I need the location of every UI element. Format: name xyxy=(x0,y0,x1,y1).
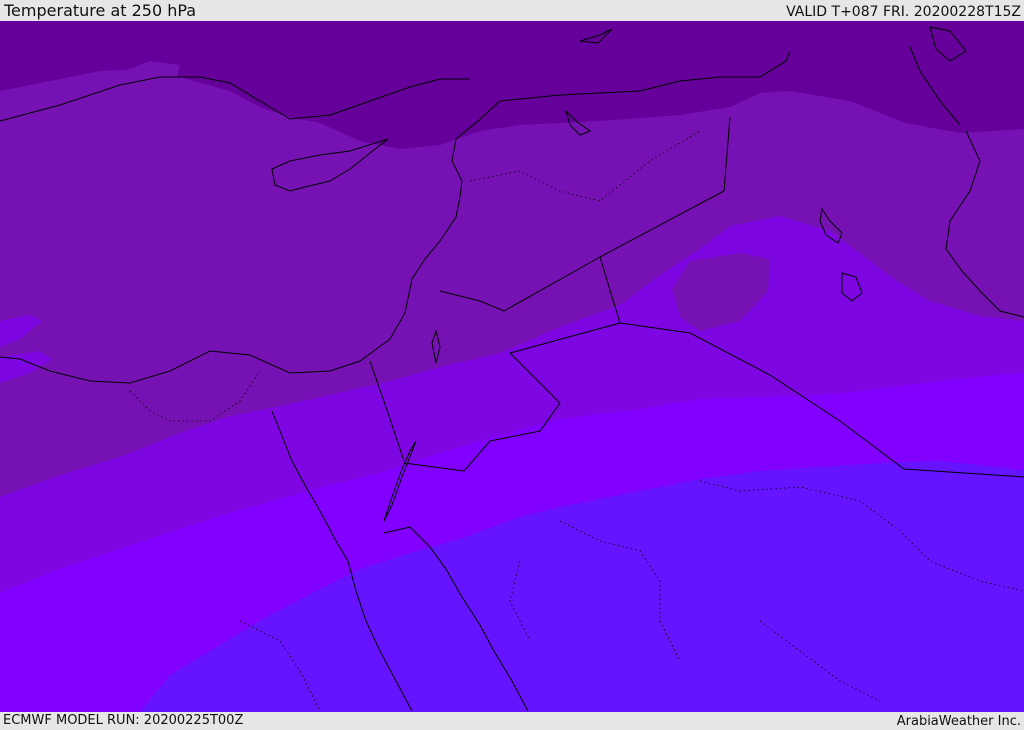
model-run: ECMWF MODEL RUN: 20200225T00Z xyxy=(3,713,244,728)
map-title: Temperature at 250 hPa xyxy=(4,1,197,20)
map-canvas xyxy=(0,21,1024,712)
valid-time: VALID T+087 FRI. 20200228T15Z xyxy=(786,4,1021,20)
header-bar: Temperature at 250 hPa VALID T+087 FRI. … xyxy=(0,0,1024,21)
credit-text: ArabiaWeather Inc. xyxy=(896,714,1021,729)
weather-map[interactable] xyxy=(0,21,1024,712)
footer-bar: ECMWF MODEL RUN: 20200225T00Z ArabiaWeat… xyxy=(0,712,1024,729)
